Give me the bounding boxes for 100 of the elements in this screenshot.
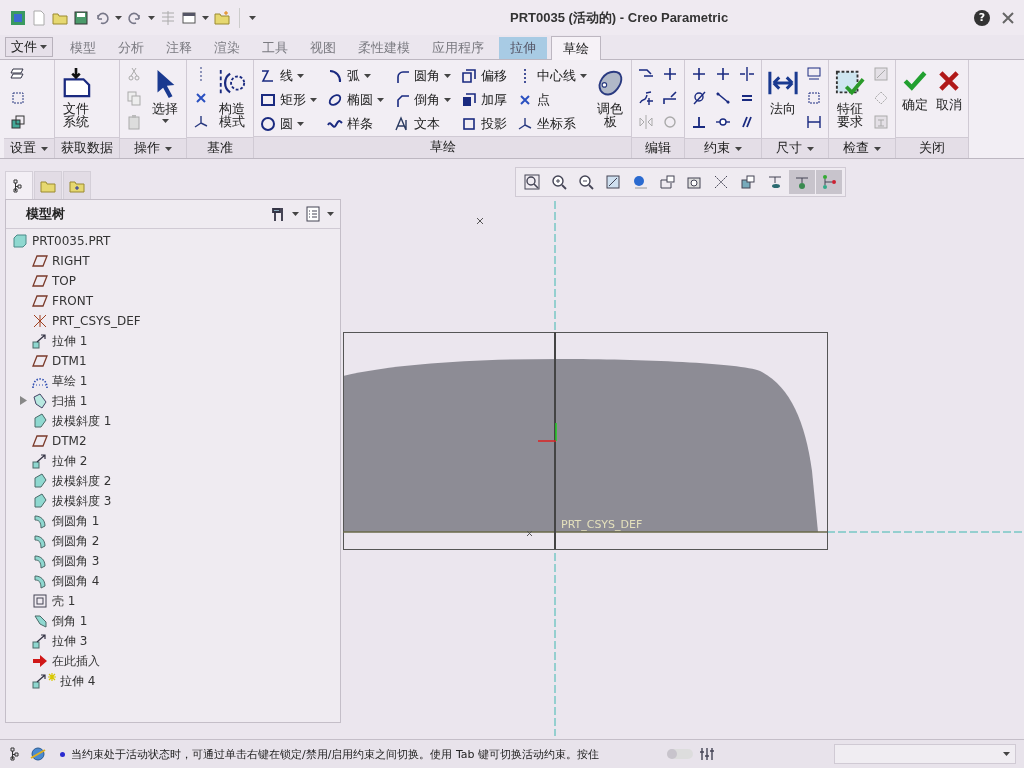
tree-item[interactable]: DTM2: [6, 431, 340, 451]
toggle-switch[interactable]: [667, 749, 693, 759]
tool-button[interactable]: 加厚: [461, 88, 507, 112]
tree-item[interactable]: 草绘 1: [6, 371, 340, 391]
tool-button[interactable]: 矩形: [260, 88, 317, 112]
tool-button[interactable]: 偏移: [461, 64, 507, 88]
thicken-icon[interactable]: [461, 92, 477, 108]
swap-icon[interactable]: [10, 114, 26, 130]
diagonal-icon[interactable]: [715, 90, 731, 106]
plus-icon[interactable]: [715, 66, 731, 82]
dashed-square-icon[interactable]: [806, 90, 822, 106]
chamfer-icon[interactable]: [394, 92, 410, 108]
tree-item[interactable]: 拔模斜度 3: [6, 491, 340, 511]
x-mark-icon[interactable]: [936, 68, 962, 94]
tool-button[interactable]: 文件系统: [61, 64, 91, 129]
plus-icon[interactable]: [691, 66, 707, 82]
tree-item[interactable]: 倒圆角 4: [6, 571, 340, 591]
sphere-icon[interactable]: [632, 174, 648, 190]
close-icon[interactable]: [1002, 11, 1014, 24]
ribbon-tab[interactable]: 视图: [299, 37, 347, 59]
help-button[interactable]: ?: [974, 9, 990, 26]
tree-item[interactable]: 拉伸 1: [6, 331, 340, 351]
ribbon-tab[interactable]: 应用程序: [421, 37, 495, 59]
layers-icon[interactable]: [10, 66, 26, 82]
group-menu-button[interactable]: 检查: [829, 138, 895, 158]
expand-arrow-icon[interactable]: [20, 396, 27, 405]
tree-item[interactable]: FRONT: [6, 291, 340, 311]
tree-item[interactable]: PRT0035.PRT: [6, 231, 340, 251]
fillet-icon[interactable]: [394, 68, 410, 84]
zoom-in-icon[interactable]: [551, 174, 567, 190]
axes-icon[interactable]: [193, 114, 209, 130]
ribbon-tab[interactable]: 工具: [251, 37, 299, 59]
frame-icon[interactable]: [10, 90, 26, 106]
floppy-icon[interactable]: [73, 9, 89, 26]
tree-item[interactable]: 拉伸 2: [6, 451, 340, 471]
camera-icon[interactable]: [686, 174, 702, 190]
circle-icon[interactable]: [260, 116, 276, 132]
tool-button[interactable]: 样条: [327, 112, 384, 136]
tool-button[interactable]: 点: [517, 88, 587, 112]
tree-item[interactable]: 倒圆角 2: [6, 531, 340, 551]
tree-item[interactable]: 拉伸 4: [6, 671, 340, 691]
dim-frame-icon[interactable]: [806, 66, 822, 82]
zoom-out-icon[interactable]: [578, 174, 594, 190]
ribbon-tab[interactable]: 注释: [155, 37, 203, 59]
offset-icon[interactable]: [461, 68, 477, 84]
tree-item[interactable]: 倒圆角 1: [6, 511, 340, 531]
tool-button[interactable]: 调色板: [595, 64, 625, 129]
tangent-icon[interactable]: [691, 90, 707, 106]
app-icon[interactable]: [10, 9, 26, 26]
tool-button[interactable]: 椭圆: [327, 88, 384, 112]
tree-item[interactable]: TOP: [6, 271, 340, 291]
tree-item[interactable]: 在此插入: [6, 651, 340, 671]
tool-button[interactable]: 法向: [768, 64, 798, 116]
tool-button[interactable]: 构造模式: [217, 64, 247, 129]
tree-item[interactable]: 拉伸 3: [6, 631, 340, 651]
tree-item[interactable]: 拔模斜度 2: [6, 471, 340, 491]
tree-item[interactable]: DTM1: [6, 351, 340, 371]
project-icon[interactable]: [461, 116, 477, 132]
tree-item[interactable]: 倒圆角 3: [6, 551, 340, 571]
arc-icon[interactable]: [327, 68, 343, 84]
ribbon-tab[interactable]: 分析: [107, 37, 155, 59]
tool-button[interactable]: 文本: [394, 112, 451, 136]
tool-button[interactable]: 选择: [150, 64, 180, 124]
file-menu[interactable]: 文件: [5, 37, 53, 57]
tool-button[interactable]: 取消: [936, 64, 962, 112]
tool-button[interactable]: 圆: [260, 112, 317, 136]
tree-item[interactable]: 拔模斜度 1: [6, 411, 340, 431]
tool-button[interactable]: 特征要求: [835, 64, 865, 129]
tree-item[interactable]: PRT_CSYS_DEF: [6, 311, 340, 331]
perp-icon[interactable]: [691, 114, 707, 130]
ribbon-tab[interactable]: 模型: [59, 37, 107, 59]
filter-icon[interactable]: [699, 746, 715, 762]
tree-item[interactable]: 壳 1: [6, 591, 340, 611]
tool-button[interactable]: 投影: [461, 112, 507, 136]
group-menu-button[interactable]: 设置: [4, 138, 54, 158]
text-icon[interactable]: [394, 116, 410, 132]
group-menu-button[interactable]: 约束: [685, 138, 761, 158]
tree-item[interactable]: 扫描 1: [6, 391, 340, 411]
tool-button[interactable]: 倒角: [394, 88, 451, 112]
mid-icon[interactable]: [739, 66, 755, 82]
check-square-icon[interactable]: [835, 68, 865, 98]
window-icon[interactable]: [181, 9, 197, 26]
tool-button[interactable]: 确定: [902, 64, 928, 112]
tree-item[interactable]: RIGHT: [6, 251, 340, 271]
tool-button[interactable]: 线: [260, 64, 317, 88]
rectangle-icon[interactable]: [260, 92, 276, 108]
group-menu-button[interactable]: 操作: [120, 138, 186, 158]
list-icon[interactable]: [305, 206, 321, 222]
ribbon-tab[interactable]: 柔性建模: [347, 37, 421, 59]
tool-button[interactable]: 坐标系: [517, 112, 587, 136]
zoom-frame-icon[interactable]: [524, 174, 540, 190]
ribbon-tab[interactable]: 拉伸: [499, 37, 547, 59]
tool-button[interactable]: 弧: [327, 64, 384, 88]
csys-icon[interactable]: [517, 116, 533, 132]
baseline-icon[interactable]: [806, 114, 822, 130]
ribbon-tab[interactable]: 渲染: [203, 37, 251, 59]
line-icon[interactable]: [260, 68, 276, 84]
panel-tab[interactable]: [5, 171, 33, 199]
group-menu-button[interactable]: 尺寸: [762, 138, 828, 158]
tools-icon[interactable]: [270, 206, 286, 222]
